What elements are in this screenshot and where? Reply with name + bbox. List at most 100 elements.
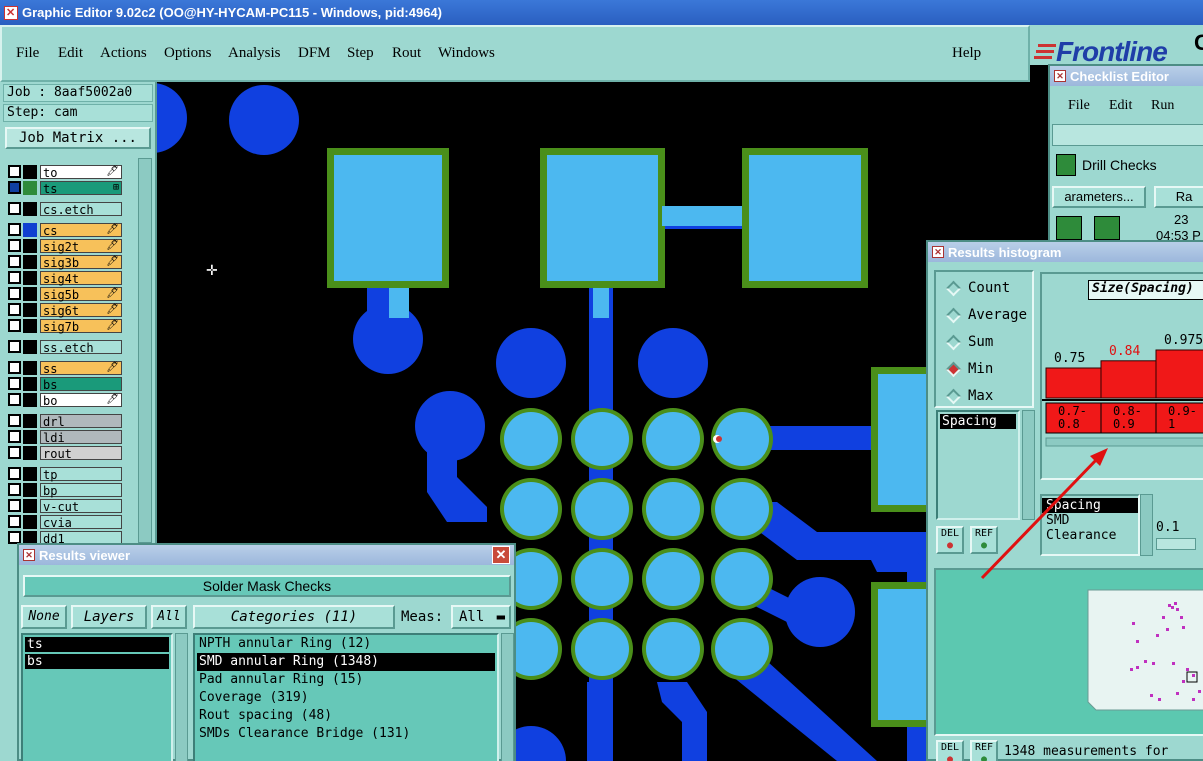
layer-row-sig6t[interactable]: sig6t 🖊 xyxy=(8,302,122,318)
del-button-2[interactable]: DEL ● xyxy=(936,740,964,761)
type-scrollbar[interactable] xyxy=(1140,494,1153,556)
action-icon-1[interactable] xyxy=(1056,216,1082,240)
category-item[interactable]: Rout spacing (48) xyxy=(197,707,495,725)
layer-name[interactable]: cvia xyxy=(40,514,122,530)
parameters-button[interactable]: arameters... xyxy=(1052,186,1146,208)
threshold-slider[interactable] xyxy=(1156,538,1196,550)
layer-results-list[interactable]: ts bs xyxy=(21,633,173,761)
layer-checkbox[interactable] xyxy=(8,271,21,284)
layer-checkbox[interactable] xyxy=(8,377,21,390)
histogram-bar[interactable] xyxy=(1045,367,1102,399)
menu-analysis[interactable]: Analysis xyxy=(228,45,281,62)
layer-row-v-cut[interactable]: v-cut xyxy=(8,498,122,514)
layer-name[interactable]: tp xyxy=(40,466,122,482)
layer-name[interactable]: bs xyxy=(40,376,122,392)
layer-row-ts[interactable]: ts ⊞ xyxy=(8,180,122,196)
layer-checkbox[interactable] xyxy=(8,319,21,332)
layer-name[interactable]: v-cut xyxy=(40,498,122,514)
layer-name[interactable]: ss.etch xyxy=(40,339,122,355)
category-scrollbar[interactable] xyxy=(501,633,514,761)
layer-checkbox[interactable] xyxy=(8,239,21,252)
layer-name[interactable]: sig7b 🖊 xyxy=(40,318,122,334)
layer-name[interactable]: cs.etch xyxy=(40,201,122,217)
close-icon[interactable]: ✕ xyxy=(932,246,944,258)
type-item-clearance[interactable]: Clearance xyxy=(1042,528,1138,543)
job-matrix-button[interactable]: Job Matrix ... xyxy=(5,127,151,149)
layer-row-bs[interactable]: bs xyxy=(8,376,122,392)
mode-max[interactable]: Max xyxy=(945,388,993,404)
layer-results-scrollbar[interactable] xyxy=(175,633,188,761)
layer-row-sig4t[interactable]: sig4t xyxy=(8,270,122,286)
layer-row-cs.etch[interactable]: cs.etch xyxy=(8,201,122,217)
category-item[interactable]: SMDs Clearance Bridge (131) xyxy=(197,725,495,743)
overview-map[interactable] xyxy=(934,568,1203,736)
layer-checkbox[interactable] xyxy=(8,361,21,374)
layer-checkbox[interactable] xyxy=(8,303,21,316)
layer-name[interactable]: sig3b 🖊 xyxy=(40,254,122,270)
layer-row-cs[interactable]: cs 🖊 xyxy=(8,222,122,238)
layer-row-sig5b[interactable]: sig5b 🖊 xyxy=(8,286,122,302)
menu-windows[interactable]: Windows xyxy=(438,45,495,62)
menu-rout[interactable]: Rout xyxy=(392,45,421,62)
layer-checkbox[interactable] xyxy=(8,414,21,427)
layer-row-ldi[interactable]: ldi xyxy=(8,429,122,445)
mode-min[interactable]: Min xyxy=(945,361,993,377)
categories-button[interactable]: Categories (11) xyxy=(193,605,395,629)
mode-average[interactable]: Average xyxy=(945,307,1027,323)
del-button[interactable]: DEL ● xyxy=(936,526,964,554)
meas-dropdown[interactable]: All ▬ xyxy=(451,605,511,629)
layer-checkbox[interactable] xyxy=(8,255,21,268)
layer-checkbox[interactable] xyxy=(8,202,21,215)
layer-name[interactable]: drl xyxy=(40,413,122,429)
menu-options[interactable]: Options xyxy=(164,45,212,62)
result-layer-bs[interactable]: bs xyxy=(25,654,169,669)
layer-checkbox[interactable] xyxy=(8,430,21,443)
layers-button[interactable]: Layers xyxy=(71,605,147,629)
layer-row-rout[interactable]: rout xyxy=(8,445,122,461)
layer-checkbox[interactable] xyxy=(8,393,21,406)
layer-row-cvia[interactable]: cvia xyxy=(8,514,122,530)
menu-step[interactable]: Step xyxy=(347,45,374,62)
check-group-header[interactable]: Solder Mask Checks xyxy=(23,575,511,597)
layer-name[interactable]: sig6t 🖊 xyxy=(40,302,122,318)
ra-button[interactable]: Ra xyxy=(1154,186,1203,208)
category-item[interactable]: NPTH annular Ring (12) xyxy=(197,635,495,653)
layer-row-bo[interactable]: bo 🖊 xyxy=(8,392,122,408)
layer-name[interactable]: ss 🖊 xyxy=(40,360,122,376)
mode-sum[interactable]: Sum xyxy=(945,334,993,350)
layer-name[interactable]: to 🖊 xyxy=(40,164,122,180)
layer-checkbox[interactable] xyxy=(8,181,21,194)
type-item-smd[interactable]: SMD xyxy=(1042,513,1138,528)
metric-item-spacing[interactable]: Spacing xyxy=(940,414,1016,429)
layer-checkbox[interactable] xyxy=(8,340,21,353)
histogram-scrollbar[interactable] xyxy=(1045,437,1203,447)
category-item[interactable]: Coverage (319) xyxy=(197,689,495,707)
histogram-bar[interactable] xyxy=(1155,349,1203,399)
category-item[interactable]: Pad annular Ring (15) xyxy=(197,671,495,689)
layer-checkbox[interactable] xyxy=(8,515,21,528)
category-item[interactable]: SMD annular Ring (1348) xyxy=(197,653,495,671)
menu-actions[interactable]: Actions xyxy=(100,45,147,62)
action-icon-2[interactable] xyxy=(1094,216,1120,240)
layer-checkbox[interactable] xyxy=(8,223,21,236)
layer-row-ss.etch[interactable]: ss.etch xyxy=(8,339,122,355)
metric-scrollbar[interactable] xyxy=(1022,410,1035,520)
close-icon[interactable]: ✕ xyxy=(492,546,510,564)
layer-checkbox[interactable] xyxy=(8,165,21,178)
checklist-menu-edit[interactable]: Edit xyxy=(1109,98,1132,114)
metric-list[interactable]: Spacing xyxy=(936,410,1020,520)
layer-name[interactable]: ts ⊞ xyxy=(40,180,122,196)
layer-name[interactable]: bo 🖊 xyxy=(40,392,122,408)
layer-name[interactable]: bp xyxy=(40,482,122,498)
ref-button[interactable]: REF ● xyxy=(970,526,998,554)
checklist-menu-file[interactable]: File xyxy=(1068,98,1090,114)
layer-row-drl[interactable]: drl xyxy=(8,413,122,429)
menu-file[interactable]: File xyxy=(16,45,39,62)
layer-checkbox[interactable] xyxy=(8,499,21,512)
all-button[interactable]: All xyxy=(151,605,187,629)
layer-name[interactable]: sig5b 🖊 xyxy=(40,286,122,302)
layer-name[interactable]: rout xyxy=(40,445,122,461)
layer-checkbox[interactable] xyxy=(8,446,21,459)
layer-row-ss[interactable]: ss 🖊 xyxy=(8,360,122,376)
type-list[interactable]: Spacing SMD Clearance xyxy=(1040,494,1140,556)
